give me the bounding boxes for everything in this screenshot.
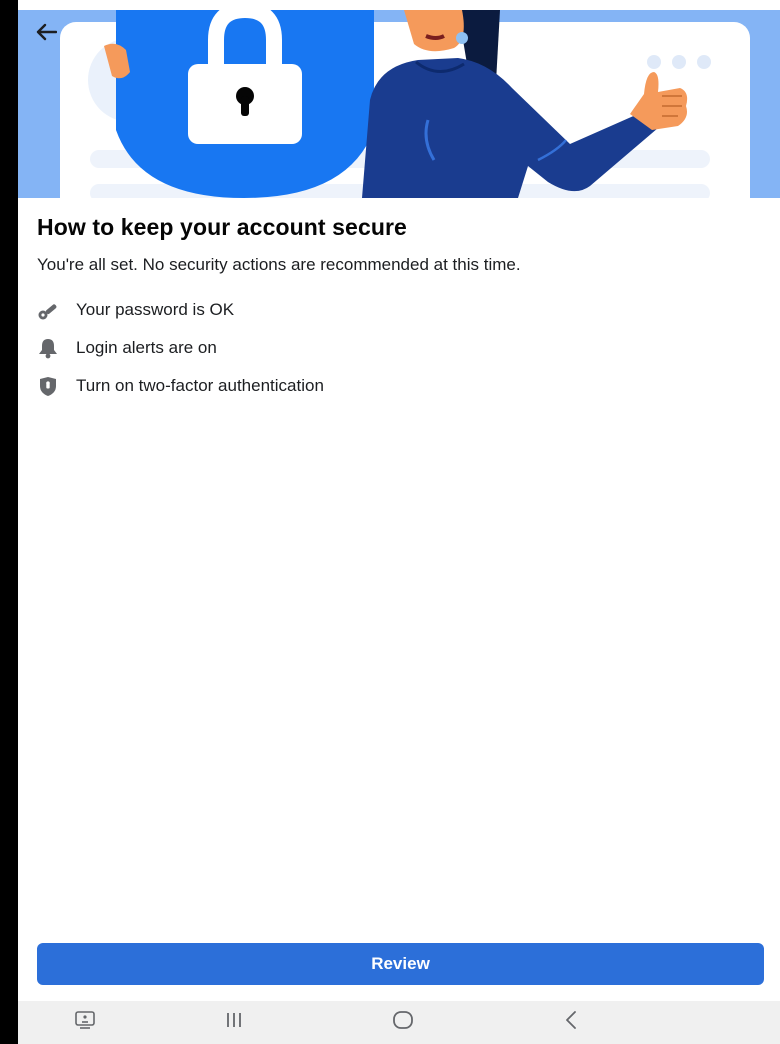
hero-illustration — [18, 10, 780, 198]
status-item-two-factor[interactable]: Turn on two-factor authentication — [37, 367, 737, 405]
key-icon — [37, 299, 59, 321]
security-status-list: Your password is OK Login alerts are on … — [37, 291, 737, 405]
back-icon — [564, 1010, 578, 1035]
recent-apps-alt-button[interactable] — [55, 1001, 115, 1044]
nav-back-button[interactable] — [541, 1001, 601, 1044]
home-icon — [392, 1010, 414, 1035]
review-button[interactable]: Review — [37, 943, 764, 985]
home-button[interactable] — [373, 1001, 433, 1044]
system-navigation-bar — [18, 1001, 780, 1044]
bell-icon — [37, 337, 59, 359]
recents-button[interactable] — [204, 1001, 264, 1044]
arrow-left-icon — [35, 23, 58, 46]
left-black-edge — [0, 0, 18, 1044]
recent-apps-alt-icon — [74, 1010, 96, 1035]
status-item-password: Your password is OK — [37, 291, 737, 329]
status-item-label: Your password is OK — [76, 300, 235, 319]
page-subtitle: You're all set. No security actions are … — [37, 255, 521, 274]
status-item-label: Turn on two-factor authentication — [76, 376, 324, 395]
status-item-label: Login alerts are on — [76, 338, 217, 357]
page-title: How to keep your account secure — [37, 214, 407, 240]
status-item-login-alerts: Login alerts are on — [37, 329, 737, 367]
shield-lock-icon — [37, 375, 59, 397]
recents-icon — [224, 1011, 244, 1034]
back-button[interactable] — [30, 18, 62, 50]
